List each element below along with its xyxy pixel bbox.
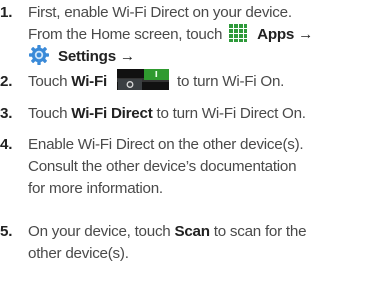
wifi-direct-label: Wi-Fi Direct <box>71 105 153 122</box>
step-text: other device(s). <box>28 245 129 262</box>
step-text: Touch <box>28 73 68 90</box>
step-text-line2: From the Home screen, touch Apps → <box>28 23 314 46</box>
arrow: → <box>119 48 135 66</box>
step-text: Consult the other device’s documentation <box>28 158 297 175</box>
step-text: First, enable Wi-Fi Direct on your devic… <box>28 4 292 21</box>
step-number: 1. <box>0 4 13 21</box>
step-number: 3. <box>0 105 13 122</box>
step-text: to scan for the <box>213 223 307 240</box>
scan-label: Scan <box>174 223 210 240</box>
step-text: for more information. <box>28 180 163 197</box>
step-text-line: On your device, touch Scan to scan for t… <box>28 221 307 243</box>
step-5: 5. On your device, touch Scan to scan fo… <box>0 221 307 265</box>
settings-gear-icon <box>28 44 50 66</box>
step-text: to turn Wi-Fi Direct On. <box>156 105 307 122</box>
apps-label: Apps <box>257 26 295 43</box>
step-text: Touch <box>28 105 68 122</box>
step-number: 4. <box>0 136 13 153</box>
step-text-line: Touch Wi-Fi to turn Wi-Fi On. <box>28 69 285 93</box>
apps-grid-icon <box>228 23 248 43</box>
step-1: 1. First, enable Wi-Fi Direct on your de… <box>0 2 313 68</box>
step-text: On your device, touch <box>28 223 171 240</box>
step-text: to turn Wi-Fi On. <box>176 73 285 90</box>
step-2: 2. Touch Wi-Fi to turn Wi-Fi On. <box>0 69 285 93</box>
step-number: 5. <box>0 223 13 240</box>
step-4: 4. Enable Wi-Fi Direct on the other devi… <box>0 134 304 200</box>
step-text: From the Home screen, touch <box>28 26 223 43</box>
step-number: 2. <box>0 73 13 90</box>
step-3: 3. Touch Wi-Fi Direct to turn Wi-Fi Dire… <box>0 103 306 125</box>
wifi-label: Wi-Fi <box>71 73 107 90</box>
step-text-line: Touch Wi-Fi Direct to turn Wi-Fi Direct … <box>28 103 306 125</box>
arrow: → <box>298 26 314 43</box>
step-text: Enable Wi-Fi Direct on the other device(… <box>28 136 304 153</box>
settings-label: Settings <box>57 48 116 66</box>
step-text-line3: Settings → <box>28 44 313 68</box>
wifi-toggle-icon <box>116 69 169 91</box>
